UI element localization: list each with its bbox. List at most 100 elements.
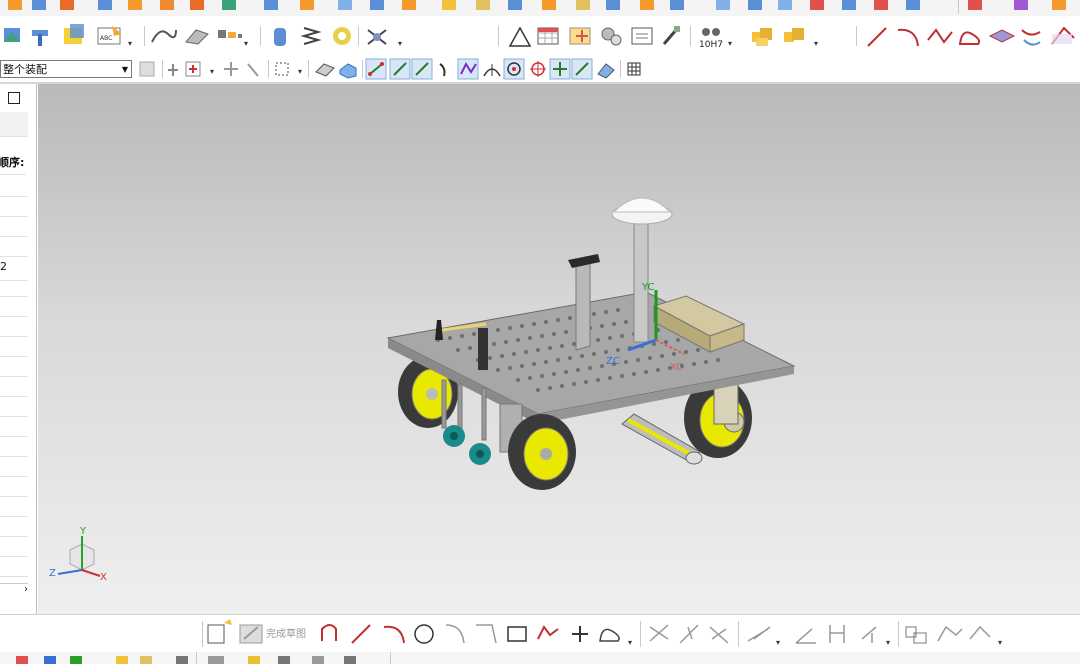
list-item[interactable] [0,556,28,577]
filter-settings-icon[interactable] [139,61,155,77]
constraint-icon[interactable] [861,626,877,643]
note-icon[interactable] [631,27,653,45]
list-item[interactable] [0,536,28,557]
dropdown-arrow-icon-8[interactable]: ▾ [628,638,632,647]
snap-endpoint-icon[interactable] [365,58,387,80]
dropdown-arrow-icon-9[interactable]: ▾ [776,638,780,647]
alternate-solution-icon[interactable] [969,625,991,640]
finish-sketch-icon[interactable] [239,624,263,644]
component-boxes-icon-2[interactable] [784,28,804,42]
list-item[interactable] [0,316,28,337]
list-item[interactable] [0,516,28,537]
select-point-icon[interactable] [185,61,201,77]
dropdown-arrow-icon-5[interactable]: ▾ [814,39,818,48]
grid-insert-icon[interactable] [569,27,591,45]
studio-spline-icon[interactable] [599,628,620,642]
snap-point-icon[interactable] [168,64,178,76]
list-item[interactable] [0,176,28,197]
snap-center-icon[interactable] [503,58,525,80]
polyline-icon[interactable] [927,28,953,44]
fillet-tool-icon[interactable] [445,624,465,644]
snap-perpendicular-icon[interactable] [483,64,501,77]
tolerance-icon[interactable]: 10H7 [699,28,723,50]
select-feature-icon[interactable] [247,63,259,77]
finish-sketch-label[interactable]: 完成草图 [266,627,306,640]
point-tool-icon[interactable] [572,626,588,642]
dropdown-arrow-icon-7[interactable]: ▾ [298,67,302,76]
brush-icon[interactable] [662,26,680,45]
make-corner-icon[interactable] [709,626,729,644]
maximize-icon[interactable] [8,92,20,104]
list-item[interactable] [0,216,28,237]
dropdown-arrow-icon[interactable]: ▾ [128,39,132,48]
dropdown-arrow-icon-10[interactable]: ▾ [886,638,890,647]
pattern-feature-icon[interactable] [218,30,242,38]
list-item[interactable] [0,456,28,477]
snap-line-icon[interactable] [389,58,411,80]
offset-curve-tool-icon[interactable] [747,626,771,642]
rectangle-tool-icon[interactable] [507,626,527,642]
snap-polyline-icon[interactable] [457,58,479,80]
partial-icons-group[interactable] [16,656,356,664]
wire-harness-icon[interactable] [367,29,387,45]
sketch-icon[interactable] [207,619,232,644]
list-item[interactable] [0,236,28,257]
list-item[interactable] [0,276,28,297]
curve-mesh-icon[interactable] [1051,26,1075,45]
feature-icons-group[interactable] [8,0,1066,10]
dropdown-arrow-icon-4[interactable]: ▾ [728,39,732,48]
snap-face-icon[interactable] [597,63,615,79]
snap-quadrant-icon[interactable] [530,61,546,77]
text-abc-icon[interactable]: ABC [97,26,122,45]
triangle-icon[interactable] [508,26,532,47]
offset-curve-icon[interactable] [1021,29,1041,46]
move-face-icon[interactable] [4,28,20,42]
cylinder-icon[interactable] [274,28,286,46]
hammer-icon[interactable] [32,30,48,46]
curve-on-surface-icon[interactable] [151,29,177,43]
list-item[interactable] [0,376,28,397]
list-item[interactable] [0,196,28,217]
wireframe-body-icon[interactable] [315,63,335,77]
circle-tool-icon[interactable] [414,624,434,644]
sketch-relations-icon[interactable] [905,626,927,644]
quick-trim-icon[interactable] [649,624,669,642]
washer-icon[interactable] [333,27,351,45]
line-tool-icon[interactable] [351,624,371,644]
dropdown-arrow-icon-3[interactable]: ▾ [398,39,402,48]
animate-dimension-icon[interactable] [937,625,963,642]
surface-patch-icon[interactable] [988,29,1016,43]
grid-icon[interactable] [627,62,641,76]
list-item[interactable] [0,396,28,417]
solid-body-icon[interactable] [339,63,357,79]
snap-midpoint-icon[interactable] [411,58,433,80]
profile-icon[interactable] [321,624,337,641]
scroll-right-button[interactable]: › [0,583,28,598]
selection-box-icon[interactable] [275,62,289,76]
snap-intersection-icon[interactable] [549,58,571,80]
patch-surface-icon[interactable] [185,29,209,45]
list-item[interactable] [0,336,28,357]
arc-icon[interactable] [897,28,919,47]
snap-curve-icon[interactable] [439,63,446,77]
table-icon[interactable] [537,27,559,45]
line-icon[interactable] [867,27,887,47]
chamfer-tool-icon[interactable] [476,624,497,644]
polygon-tool-icon[interactable] [537,625,559,640]
spline-icon[interactable] [958,31,981,45]
dimension-icon[interactable] [829,625,845,643]
dropdown-arrow-icon-11[interactable]: ▾ [998,638,1002,647]
arc-tool-icon[interactable] [383,625,405,644]
list-item[interactable] [0,436,28,457]
offset-face-icon[interactable] [64,24,84,44]
dropdown-arrow-icon-2[interactable]: ▾ [244,39,248,48]
list-item[interactable] [0,296,28,317]
list-item[interactable] [0,416,28,437]
spring-icon[interactable] [300,27,322,45]
quick-extend-icon[interactable] [679,624,699,644]
list-item[interactable] [0,356,28,377]
mirror-curve-icon[interactable] [795,628,816,644]
gear-parts-icon[interactable] [601,27,622,46]
dropdown-arrow-icon-6[interactable]: ▾ [210,67,214,76]
graphics-viewport[interactable]: YC ZC XC Y Z X [38,84,1080,614]
